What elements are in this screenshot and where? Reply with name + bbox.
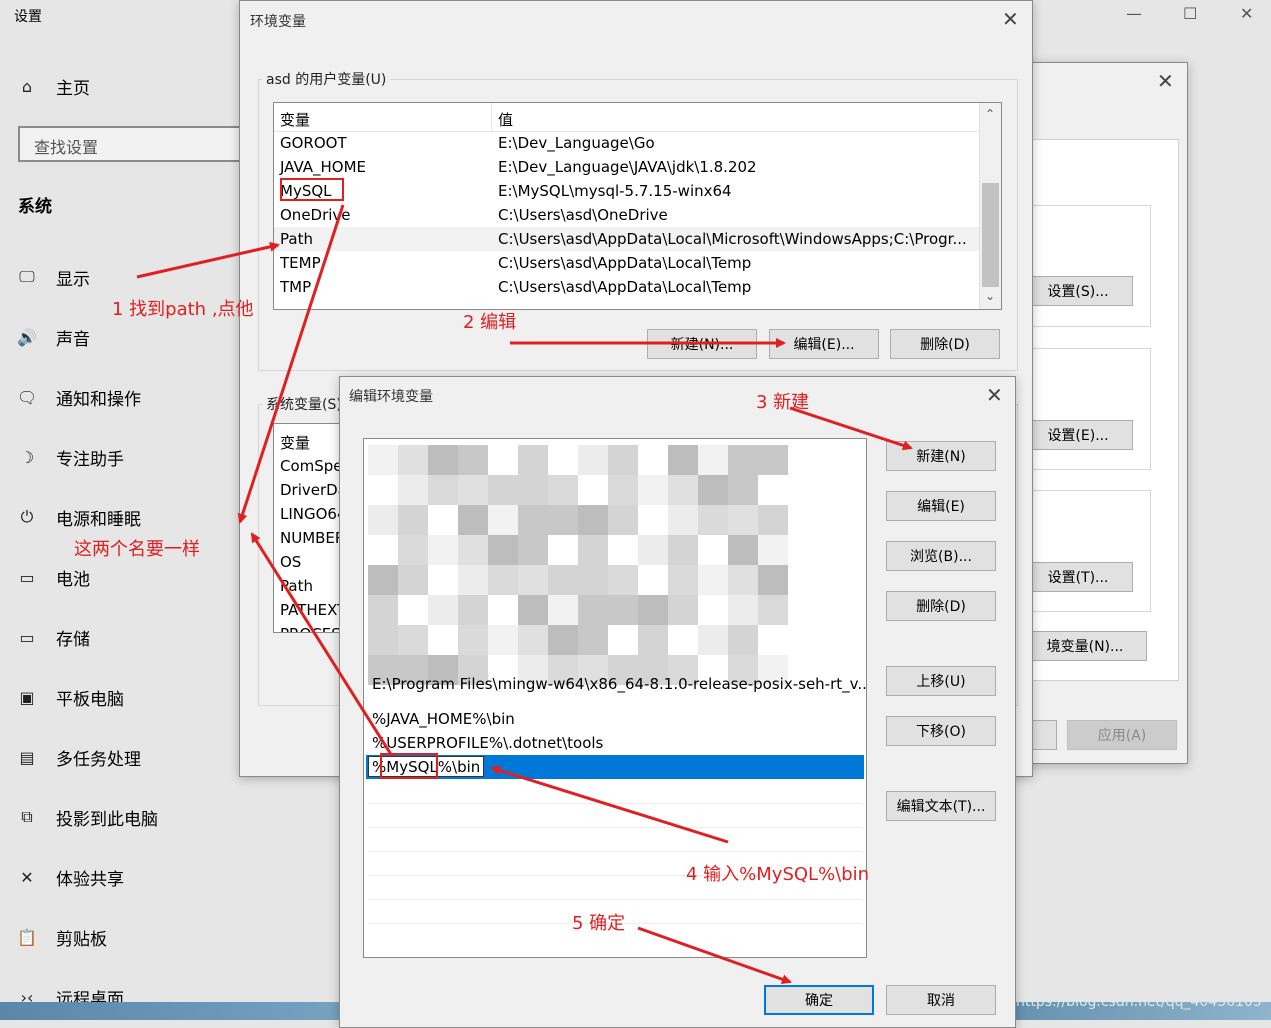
arrow-mysql-down — [237, 204, 345, 524]
arrow-to-ok — [637, 926, 792, 985]
annotation-arrows — [136, 204, 913, 985]
arrow-to-new — [789, 406, 913, 451]
arrow-entry-up — [250, 532, 394, 757]
arrow-to-entry — [490, 765, 729, 844]
arrow-to-path — [136, 241, 280, 279]
